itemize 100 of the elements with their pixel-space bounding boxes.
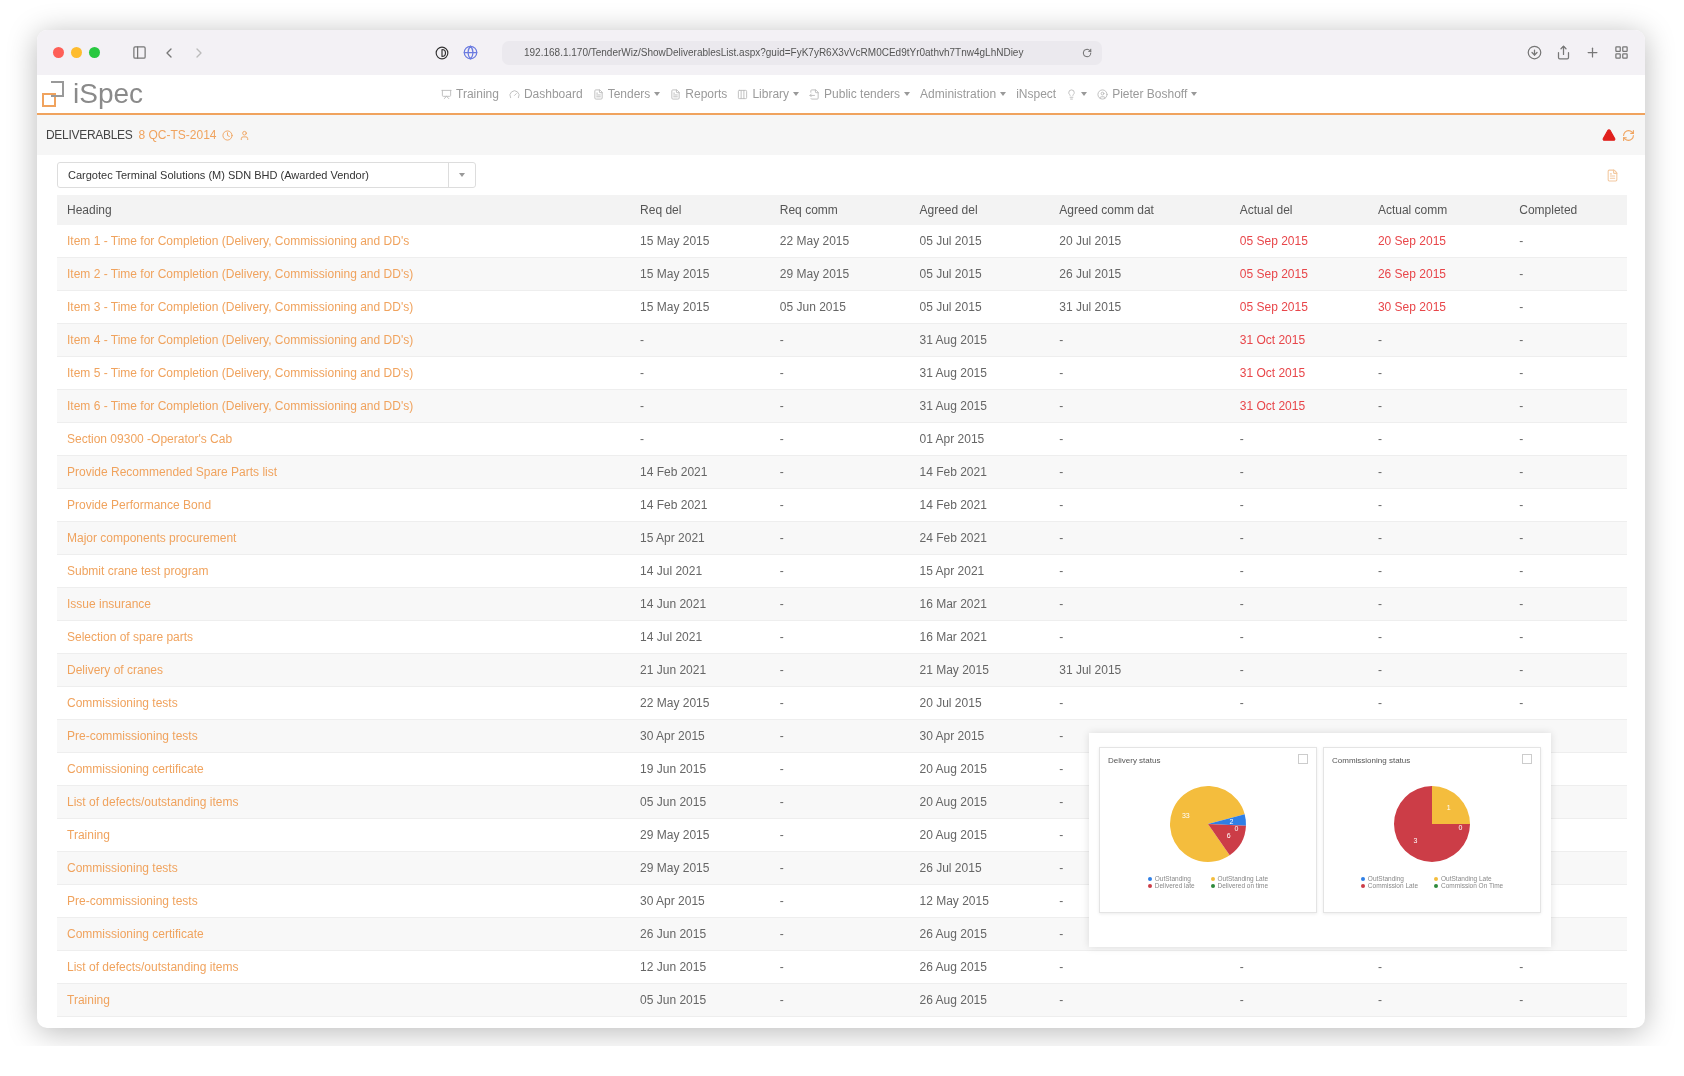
sidebar-icon[interactable] [132,45,147,60]
document-icon [670,88,682,100]
table-cell: - [779,993,784,1007]
table-cell: - [1239,432,1244,446]
lightbulb-icon [1066,88,1078,100]
deliverable-link[interactable]: Pre-commissioning tests [67,729,198,743]
deliverable-link[interactable]: Item 5 - Time for Completion (Delivery, Commissioning and DD's) [67,366,414,380]
table-cell: - [1059,597,1064,611]
table-cell: - [1059,432,1064,446]
deliverable-link[interactable]: List of defects/outstanding items [67,795,239,809]
deliverable-link[interactable]: Commissioning certificate [67,927,204,941]
deliverable-link[interactable]: Commissioning tests [67,696,178,710]
table-cell: - [779,795,784,809]
expand-icon[interactable] [1298,754,1308,764]
deliverable-link[interactable]: Item 4 - Time for Completion (Delivery, Commissioning and DD's) [67,333,414,347]
nav-menu-item[interactable]: iNspect [1016,87,1057,101]
new-tab-icon[interactable] [1585,45,1600,60]
deliverable-link[interactable]: Section 09300 -Operator's Cab [67,432,233,446]
nav-menu-item[interactable]: Administration [920,87,1007,101]
table-cell: - [1059,531,1064,545]
table-cell: - [1377,564,1382,578]
tabs-overview-icon[interactable] [1614,45,1629,60]
nav-menu-item[interactable]: Library [737,87,800,101]
deliverable-link[interactable]: Delivery of cranes [67,663,164,677]
table-cell: - [779,828,784,842]
reload-icon[interactable] [1082,47,1092,58]
table-cell: - [1519,432,1524,446]
table-cell: 15 May 2015 [640,234,710,248]
globe-icon[interactable] [463,45,478,60]
table-cell: - [640,333,645,347]
table-cell: - [1239,663,1244,677]
table-cell: - [1239,531,1244,545]
column-header: Heading [57,195,631,225]
table-cell: 15 Apr 2021 [640,531,705,545]
deliverable-link[interactable]: Submit crane test program [67,564,209,578]
deliverable-link[interactable]: Provide Performance Bond [67,498,212,512]
deliverable-link[interactable]: Major components procurement [67,531,237,545]
nav-menu-item[interactable] [1066,88,1088,100]
nav-menu-item[interactable]: Reports [670,87,728,101]
table-cell: - [1519,234,1524,248]
deliverable-link[interactable]: Item 1 - Time for Completion (Delivery, Commissioning and DD's [67,234,410,248]
nav-menu-item[interactable]: Public tenders [809,87,911,101]
refresh-icon[interactable] [1622,128,1635,142]
download-icon[interactable] [1527,45,1542,60]
nav-menu-item[interactable]: Training [441,87,499,101]
gauge-icon [508,88,520,100]
table-cell: 26 Jul 2015 [919,861,982,875]
table-cell: 29 May 2015 [640,828,710,842]
share-icon[interactable] [1556,45,1571,60]
table-cell: 31 Oct 2015 [1239,366,1306,380]
table-cell: - [1059,333,1064,347]
deliverable-link[interactable]: Pre-commissioning tests [67,894,198,908]
table-cell: - [1377,432,1382,446]
contrast-icon[interactable] [435,45,449,60]
table-cell: - [779,696,784,710]
table-cell: 12 May 2015 [919,894,989,908]
deliverable-link[interactable]: Item 6 - Time for Completion (Delivery, Commissioning and DD's) [67,399,414,413]
table-cell: - [1239,498,1244,512]
tender-reference-link[interactable]: 8 QC-TS-2014 [138,128,217,142]
deliverable-link[interactable]: Training [67,993,110,1007]
deliverable-link[interactable]: Commissioning certificate [67,762,204,776]
deliverable-link[interactable]: Item 3 - Time for Completion (Delivery, Commissioning and DD's) [67,300,414,314]
table-cell: - [1377,465,1382,479]
nav-menu-item[interactable]: Dashboard [508,87,583,101]
table-cell: - [779,729,784,743]
deliverable-link[interactable]: Provide Recommended Spare Parts list [67,465,278,479]
warning-icon[interactable] [1602,128,1616,142]
zoom-window-button[interactable] [89,47,100,58]
table-cell: 14 Feb 2021 [919,465,987,479]
minimize-window-button[interactable] [71,47,82,58]
close-window-button[interactable] [53,47,64,58]
table-cell: 15 Apr 2021 [919,564,985,578]
document-icon[interactable] [1606,168,1619,182]
presentation-icon [441,88,452,100]
deliverable-link[interactable]: Selection of spare parts [67,630,194,644]
table-cell: - [1519,498,1524,512]
deliverable-link[interactable]: Issue insurance [67,597,152,611]
table-cell: - [1377,531,1382,545]
deliverable-link[interactable]: List of defects/outstanding items [67,960,239,974]
address-field[interactable]: 192.168.1.170/TenderWiz/ShowDeliverablesList.aspx?guid=FyK7yR6X3vVcRM0CEd9tYr0athvh7Tnw4gLhNDiey [502,40,1102,65]
nav-menu-item[interactable]: Tenders [592,87,661,101]
expand-icon[interactable] [1522,754,1532,764]
column-header: Completed [1509,195,1627,225]
deliverable-link[interactable]: Commissioning tests [67,861,178,875]
table-cell: - [1059,993,1064,1007]
table-cell: - [1377,663,1382,677]
table-cell: - [1059,366,1064,380]
table-cell: - [779,663,784,677]
person-icon[interactable] [239,129,251,141]
table-cell: 30 Apr 2015 [640,729,705,743]
deliverable-link[interactable]: Training [67,828,110,842]
table-cell: - [1059,795,1064,809]
clock-icon[interactable] [222,129,234,141]
table-cell: 16 Mar 2021 [919,630,987,644]
table-cell: 22 May 2015 [779,234,850,248]
table-cell: - [1059,630,1064,644]
vendor-select[interactable]: Cargotec Terminal Solutions (M) SDN BHD (Awarded Vendor) [57,162,476,188]
nav-menu-item[interactable]: Pieter Boshoff [1097,87,1198,101]
table-cell: 31 Jul 2015 [1059,300,1122,314]
deliverable-link[interactable]: Item 2 - Time for Completion (Delivery, Commissioning and DD's) [67,267,414,281]
